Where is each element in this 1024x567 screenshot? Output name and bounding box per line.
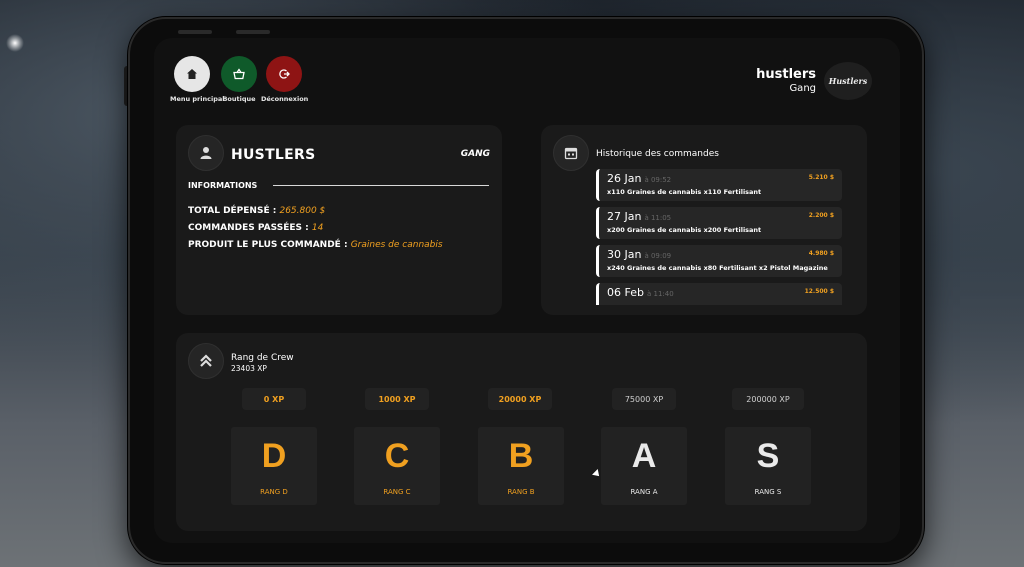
info-card: HUSTLERS GANG INFORMATIONS TOTAL DÉPENSÉ… (176, 125, 502, 315)
order-item[interactable]: 26 Jan à 09:52 5.210 $ x110 Graines de ca… (596, 169, 842, 201)
home-button[interactable] (174, 56, 210, 92)
divider (273, 185, 489, 186)
gang-badge: GANG (460, 149, 490, 159)
user-icon-wrap (188, 135, 224, 171)
home-label: Menu principal (170, 95, 225, 103)
rank-card: Rang de Crew 23403 XP 0 XP 1000 XP 20000… (176, 333, 867, 531)
org-name: hustlers (756, 67, 816, 82)
xp-threshold-a: 75000 XP (612, 388, 676, 410)
organization-header: hustlers Gang (756, 67, 816, 94)
basket-icon (233, 68, 245, 80)
calendar-icon (564, 147, 578, 160)
stat-total-spent: TOTAL DÉPENSÉ : 265.800 $ (188, 206, 326, 216)
xp-threshold-s: 200000 XP (732, 388, 804, 410)
order-item[interactable]: 06 Feb à 11:40 12.500 $ (596, 283, 842, 305)
orders-list[interactable]: 26 Jan à 09:52 5.210 $ x110 Graines de ca… (596, 169, 842, 305)
xp-threshold-b: 20000 XP (488, 388, 552, 410)
chevrons-up-icon (200, 354, 212, 367)
rank-title: Rang de Crew (231, 353, 294, 363)
rank-b-box: B RANG B (478, 427, 564, 505)
shop-button[interactable] (221, 56, 257, 92)
street-light (6, 34, 24, 52)
rank-d-box: D RANG D (231, 427, 317, 505)
tablet-top-button (178, 30, 212, 34)
tablet-screen: Menu principal Boutique Déconnexion hust… (154, 38, 900, 543)
logout-label: Déconnexion (261, 95, 309, 103)
org-type: Gang (789, 83, 816, 94)
rank-s-box: S RANG S (725, 427, 811, 505)
gang-title: HUSTLERS (231, 147, 316, 163)
chevrons-up-icon-wrap (188, 343, 224, 379)
xp-threshold-d: 0 XP (242, 388, 306, 410)
logout-button[interactable] (266, 56, 302, 92)
informations-heading: INFORMATIONS (188, 181, 258, 190)
calendar-icon-wrap (553, 135, 589, 171)
logout-icon (279, 69, 290, 79)
order-item[interactable]: 30 Jan à 09:09 4.980 $ x240 Graines de ca… (596, 245, 842, 277)
home-icon (187, 69, 197, 79)
tablet-top-button (236, 30, 270, 34)
rank-c-box: C RANG C (354, 427, 440, 505)
rank-xp: 23403 XP (231, 364, 267, 373)
user-icon (200, 147, 212, 159)
stat-top-product: PRODUIT LE PLUS COMMANDÉ : Graines de ca… (188, 240, 443, 250)
shop-label: Boutique (222, 95, 256, 103)
stat-orders-count: COMMANDES PASSÉES : 14 (188, 223, 324, 233)
history-title: Historique des commandes (596, 149, 719, 159)
rank-a-box: A RANG A (601, 427, 687, 505)
history-card: Historique des commandes 26 Jan à 09:52 5… (541, 125, 867, 315)
xp-threshold-c: 1000 XP (365, 388, 429, 410)
org-logo: Hustlers (824, 62, 872, 100)
order-item[interactable]: 27 Jan à 11:05 2.200 $ x200 Graines de ca… (596, 207, 842, 239)
